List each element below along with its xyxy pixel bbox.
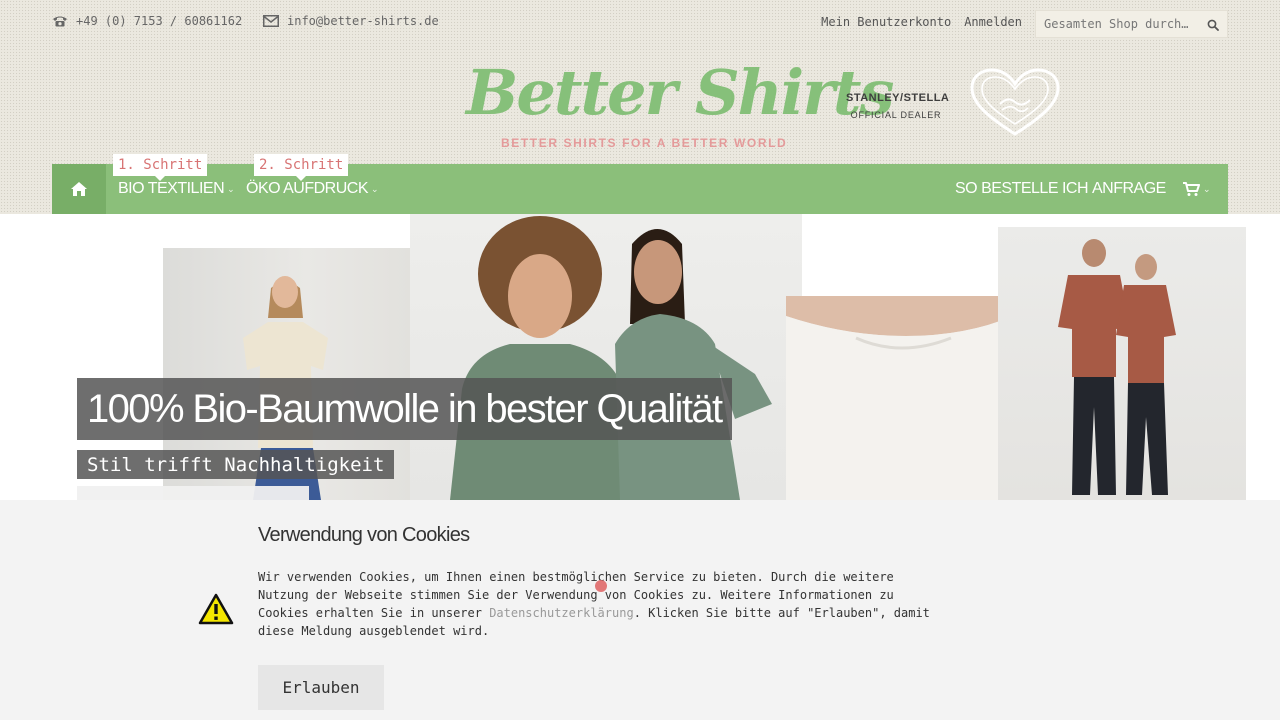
home-button[interactable]: [52, 164, 106, 214]
mouse-cursor-indicator: [595, 580, 607, 592]
step-1-badge: 1. Schritt: [113, 154, 208, 181]
email-address: info@better-shirts.de: [287, 14, 439, 28]
hero-title: 100% Bio-Baumwolle in bester Qualität: [77, 378, 732, 440]
privacy-policy-link[interactable]: Datenschutzerklärung: [489, 606, 634, 620]
account-links: Mein Benutzerkonto Anmelden: [821, 15, 1022, 29]
cookie-title: Verwendung von Cookies: [258, 524, 470, 546]
search-input[interactable]: Gesamten Shop durch…: [1035, 10, 1228, 38]
logo-wordmark: Better Shirts: [466, 56, 894, 129]
hero-photo-white-shirt-closeup: [786, 296, 1013, 500]
main-navigation: BIO TEXTILIEN ⌄ 1. Schritt ÖKO AUFDRUCK ⌄ …: [52, 154, 1228, 214]
hero-photo-couple-green: [410, 214, 802, 500]
search-placeholder: Gesamten Shop durch…: [1044, 17, 1189, 31]
nav-oeko-aufdruck-label: ÖKO AUFDRUCK: [246, 180, 369, 197]
nav-so-bestelle-ich[interactable]: SO BESTELLE ICH: [955, 164, 1089, 214]
step-2-badge: 2. Schritt: [254, 154, 349, 181]
hero-cta-button[interactable]: [77, 486, 309, 500]
phone-icon: [53, 16, 67, 27]
nav-anfrage-label: ANFRAGE: [1092, 180, 1166, 197]
stanley-stella-dealer-badge: STANLEY/STELLA OFFICIAL DEALER: [846, 92, 950, 120]
nav-anfrage[interactable]: ANFRAGE: [1092, 164, 1166, 214]
warning-icon: [198, 593, 234, 625]
cookie-text: Wir verwenden Cookies, um Ihnen einen be…: [258, 568, 948, 640]
chevron-down-icon: ⌄: [227, 183, 235, 194]
email-contact[interactable]: info@better-shirts.de: [263, 14, 439, 28]
cookie-banner: Verwendung von Cookies Wir verwenden Coo…: [0, 500, 1280, 720]
accept-cookies-button[interactable]: Erlauben: [258, 665, 384, 710]
partner-badge-label: OFFICIAL DEALER: [850, 110, 942, 120]
my-account-link[interactable]: Mein Benutzerkonto: [821, 15, 951, 29]
hero-banner[interactable]: 100% Bio-Baumwolle in bester Qualität St…: [0, 214, 1280, 500]
heart-seal-icon: [970, 68, 1060, 136]
top-bar: +49 (0) 7153 / 60861162 info@better-shir…: [52, 10, 1228, 38]
nav-so-bestelle-ich-label: SO BESTELLE ICH: [955, 180, 1089, 197]
nav-bio-textilien-label: BIO TEXTILIEN: [118, 180, 225, 197]
site-logo[interactable]: Better Shirts BETTER SHIRTS FOR A BETTER…: [466, 56, 894, 156]
envelope-icon: [263, 15, 279, 27]
search-icon[interactable]: [1207, 19, 1219, 31]
partner-name: STANLEY/STELLA: [846, 92, 950, 104]
hero-subtitle: Stil trifft Nachhaltigkeit: [77, 450, 395, 479]
chevron-down-icon: ⌄: [371, 183, 379, 194]
logo-tagline: BETTER SHIRTS FOR A BETTER WORLD: [501, 136, 788, 150]
phone-contact[interactable]: +49 (0) 7153 / 60861162: [52, 14, 242, 28]
cart-icon: [1183, 182, 1200, 196]
home-icon: [71, 182, 87, 196]
login-link[interactable]: Anmelden: [964, 15, 1022, 29]
hero-photo-couple-red: [998, 227, 1246, 500]
cart-button[interactable]: ⌄: [1182, 164, 1211, 214]
chevron-down-icon: ⌄: [1203, 183, 1211, 194]
phone-number: +49 (0) 7153 / 60861162: [76, 14, 243, 28]
